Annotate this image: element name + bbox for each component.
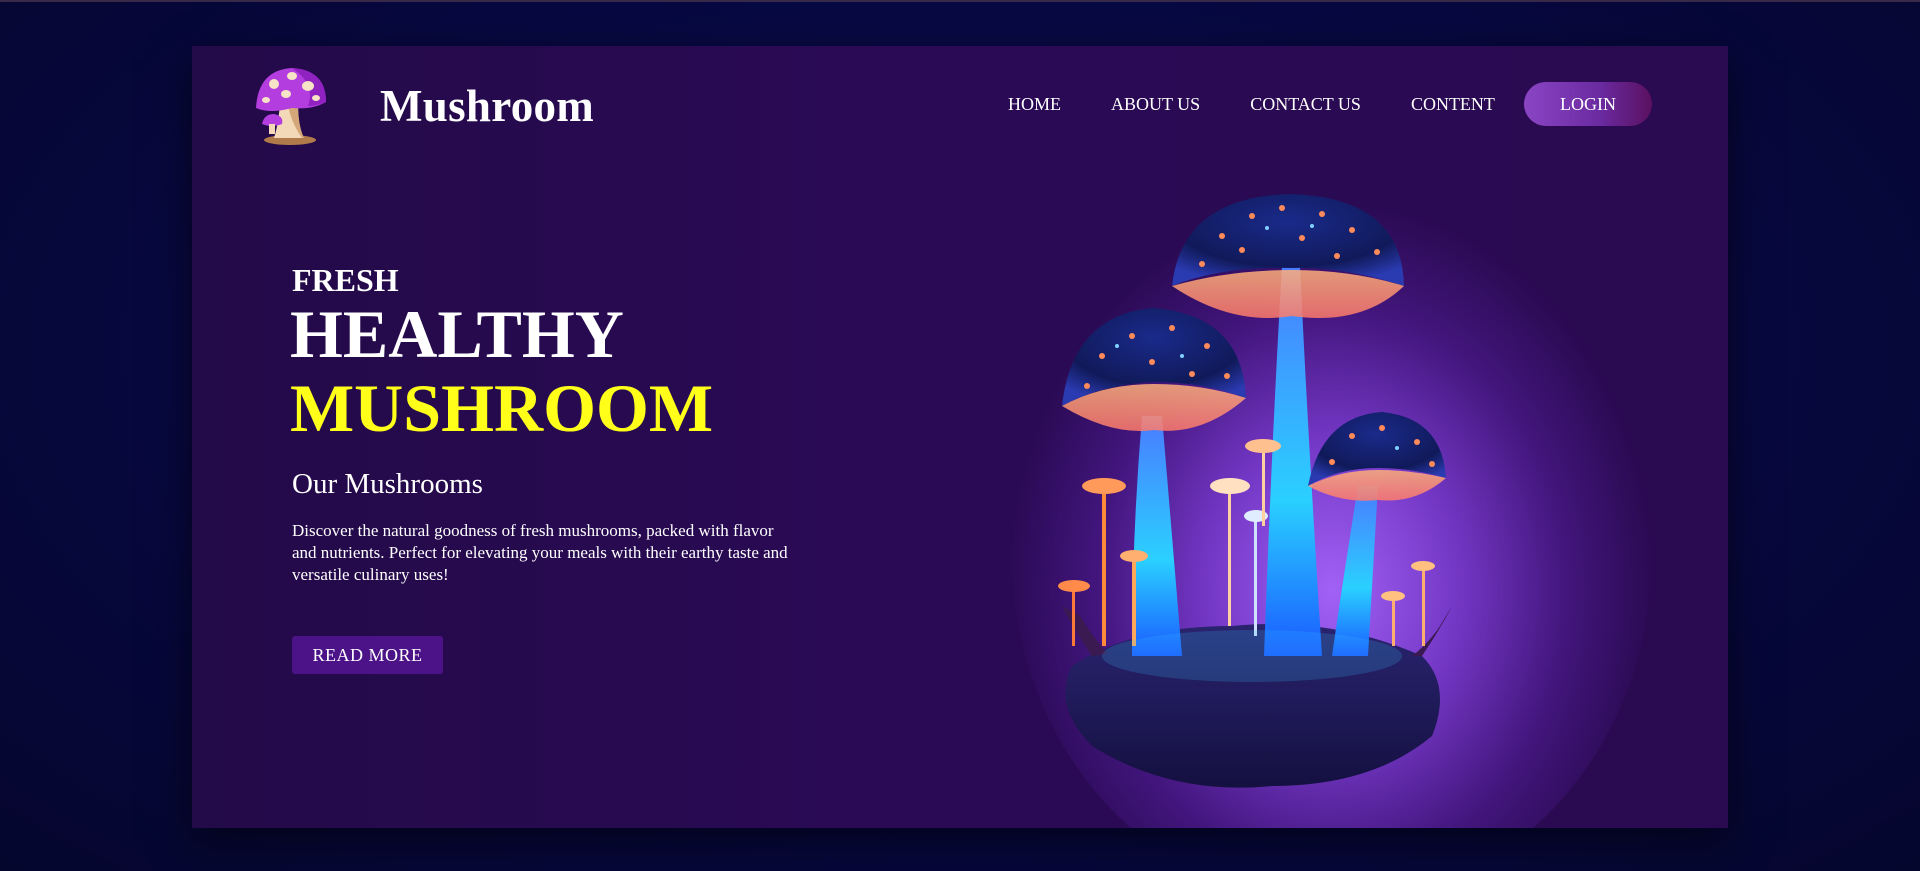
hero-title-line1: HEALTHY	[290, 296, 624, 372]
glowing-mushrooms-illustration	[1058, 194, 1452, 788]
nav-home[interactable]: HOME	[1008, 94, 1061, 115]
nav-about-us[interactable]: ABOUT US	[1111, 94, 1200, 115]
mushroom-logo-icon[interactable]	[252, 64, 328, 146]
nav-content[interactable]: CONTENT	[1411, 94, 1495, 115]
brand-name[interactable]: Mushroom	[380, 80, 594, 132]
read-more-button[interactable]: READ MORE	[292, 636, 443, 674]
hero-title-line2: MUSHROOM	[290, 370, 714, 446]
hero-subheading: Our Mushrooms	[292, 468, 483, 500]
login-button[interactable]: LOGIN	[1524, 82, 1652, 126]
top-border	[0, 0, 1920, 2]
hero-description: Discover the natural goodness of fresh m…	[292, 521, 788, 584]
main-nav: HOME ABOUT US CONTACT US CONTENT	[1008, 94, 1545, 115]
landing-card: Mushroom HOME ABOUT US CONTACT US CONTEN…	[192, 46, 1728, 828]
nav-contact-us[interactable]: CONTACT US	[1250, 94, 1361, 115]
